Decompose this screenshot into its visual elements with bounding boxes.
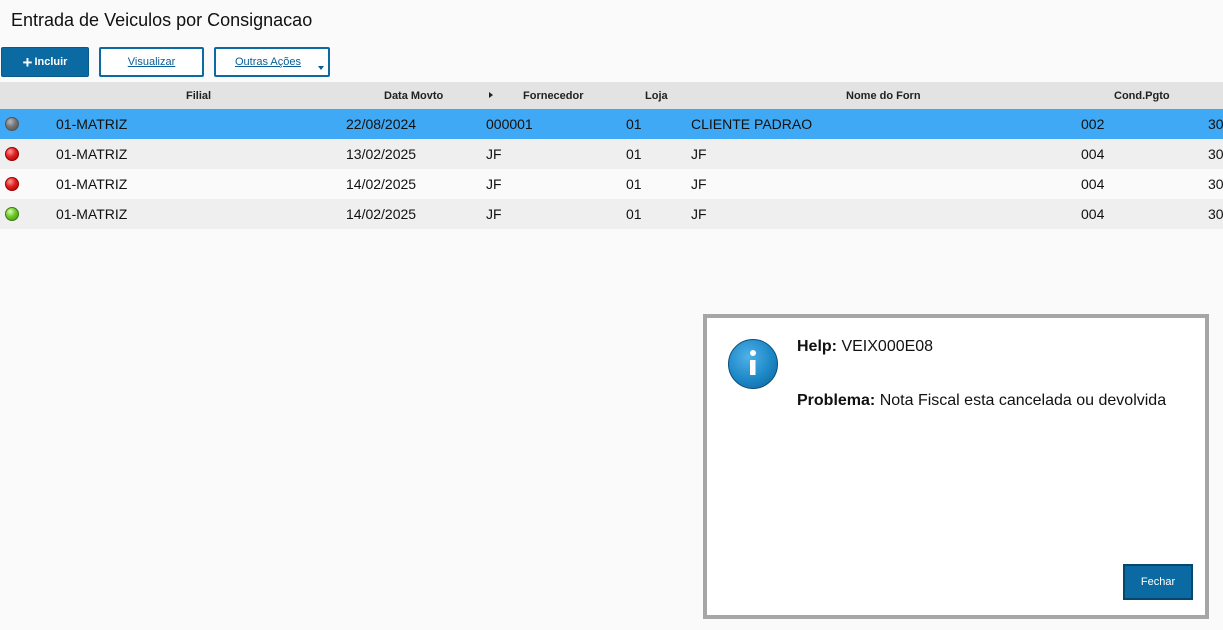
column-header-fornecedor[interactable]: Fornecedor — [523, 90, 584, 102]
problem-text: Nota Fiscal esta cancelada ou devolvida — [879, 392, 1167, 409]
column-header-loja[interactable]: Loja — [645, 90, 668, 102]
table-row[interactable]: 01-MATRIZ 22/08/2024 000001 01 CLIENTE P… — [0, 109, 1223, 139]
cell-nome-forn: CLIENTE PADRAO — [691, 116, 813, 132]
cell-truncated: 30 — [1208, 146, 1223, 162]
table-row[interactable]: 01-MATRIZ 14/02/2025 JF 01 JF 004 30 — [0, 169, 1223, 199]
data-grid: Filial Data Movto Fornecedor Loja Nome d… — [0, 82, 1223, 229]
grid-header: Filial Data Movto Fornecedor Loja Nome d… — [0, 82, 1223, 109]
sort-arrow-icon — [489, 92, 493, 98]
page-title: Entrada de Veiculos por Consignacao — [11, 10, 313, 30]
other-actions-button[interactable]: Outras Ações — [214, 47, 330, 77]
help-line: Help: VEIX000E08 — [797, 338, 933, 356]
cell-filial: 01-MATRIZ — [56, 206, 128, 222]
cell-filial: 01-MATRIZ — [56, 176, 128, 192]
cell-data-movto: 22/08/2024 — [346, 116, 417, 132]
cell-fornecedor: JF — [486, 176, 502, 192]
cell-data-movto: 13/02/2025 — [346, 146, 417, 162]
include-button-label: Incluir — [34, 56, 68, 68]
include-button[interactable]: + Incluir — [1, 47, 89, 77]
column-header-filial[interactable]: Filial — [186, 90, 211, 102]
cell-fornecedor: 000001 — [486, 116, 533, 132]
cell-cond-pgto: 004 — [1081, 146, 1105, 162]
cell-filial: 01-MATRIZ — [56, 116, 128, 132]
help-dialog: Help: VEIX000E08 Problema: Nota Fiscal e… — [703, 314, 1209, 619]
view-button[interactable]: Visualizar — [99, 47, 204, 77]
info-icon — [728, 339, 778, 389]
table-row[interactable]: 01-MATRIZ 13/02/2025 JF 01 JF 004 30 — [0, 139, 1223, 169]
problem-line: Problema: Nota Fiscal esta cancelada ou … — [797, 392, 1166, 410]
cell-loja: 01 — [626, 206, 642, 222]
close-button[interactable]: Fechar — [1123, 564, 1193, 600]
cell-data-movto: 14/02/2025 — [346, 176, 417, 192]
chevron-down-icon — [318, 66, 324, 70]
plus-icon: + — [22, 52, 33, 72]
cell-loja: 01 — [626, 146, 642, 162]
cell-truncated: 30 — [1208, 176, 1223, 192]
help-label: Help: — [797, 338, 837, 355]
column-header-nome-forn[interactable]: Nome do Forn — [846, 90, 921, 102]
cell-cond-pgto: 002 — [1081, 116, 1105, 132]
column-header-data-movto[interactable]: Data Movto — [384, 90, 443, 102]
cell-nome-forn: JF — [691, 176, 707, 192]
cell-fornecedor: JF — [486, 146, 502, 162]
status-red-icon — [5, 177, 19, 191]
cell-nome-forn: JF — [691, 146, 707, 162]
column-header-cond-pgto[interactable]: Cond.Pgto — [1114, 90, 1170, 102]
cell-data-movto: 14/02/2025 — [346, 206, 417, 222]
cell-cond-pgto: 004 — [1081, 206, 1105, 222]
status-green-icon — [5, 207, 19, 221]
cell-loja: 01 — [626, 116, 642, 132]
cell-fornecedor: JF — [486, 206, 502, 222]
cell-nome-forn: JF — [691, 206, 707, 222]
view-button-label: Visualizar — [127, 56, 176, 68]
cell-truncated: 30 — [1208, 206, 1223, 222]
cell-truncated: 30 — [1208, 116, 1223, 132]
cell-filial: 01-MATRIZ — [56, 146, 128, 162]
help-code: VEIX000E08 — [841, 338, 934, 355]
status-red-icon — [5, 147, 19, 161]
other-actions-label: Outras Ações — [234, 56, 302, 68]
problem-label: Problema: — [797, 392, 876, 409]
cell-loja: 01 — [626, 176, 642, 192]
table-row[interactable]: 01-MATRIZ 14/02/2025 JF 01 JF 004 30 — [0, 199, 1223, 229]
cell-cond-pgto: 004 — [1081, 176, 1105, 192]
status-gray-icon — [5, 117, 19, 131]
